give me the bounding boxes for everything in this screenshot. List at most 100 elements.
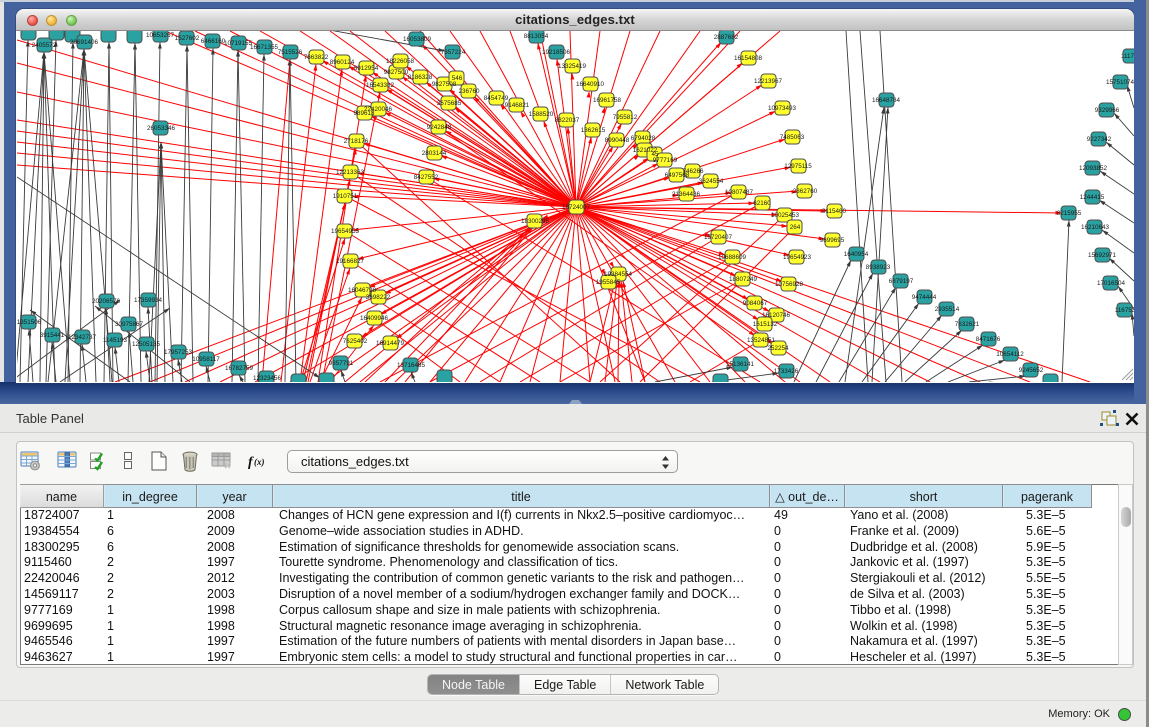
svg-text:1351506: 1351506 bbox=[17, 319, 42, 326]
svg-text:7955812: 7955812 bbox=[613, 114, 638, 121]
svg-text:6879197: 6879197 bbox=[889, 278, 914, 285]
svg-text:16154808: 16154808 bbox=[734, 55, 763, 62]
svg-text:989613: 989613 bbox=[353, 110, 375, 117]
svg-text:111749: 111749 bbox=[1121, 53, 1134, 60]
svg-text:16409946: 16409946 bbox=[360, 315, 389, 322]
svg-text:15692971: 15692971 bbox=[1088, 252, 1117, 259]
svg-text:9699695: 9699695 bbox=[820, 237, 845, 244]
svg-text:116753: 116753 bbox=[1115, 307, 1134, 314]
svg-text:1145193: 1145193 bbox=[103, 337, 128, 344]
svg-text:8912954: 8912954 bbox=[354, 65, 379, 72]
svg-text:16120746: 16120746 bbox=[762, 312, 791, 319]
svg-text:264: 264 bbox=[790, 224, 801, 231]
svg-text:8938923: 8938923 bbox=[866, 264, 891, 271]
svg-text:19654923: 19654923 bbox=[783, 254, 812, 261]
svg-text:1244415: 1244415 bbox=[1080, 194, 1105, 201]
svg-text:746266: 746266 bbox=[682, 168, 704, 175]
svg-text:9329966: 9329966 bbox=[1095, 107, 1120, 114]
svg-text:16210643: 16210643 bbox=[1081, 224, 1110, 231]
svg-text:6794028: 6794028 bbox=[631, 135, 656, 142]
svg-text:7632621: 7632621 bbox=[955, 321, 980, 328]
svg-text:13524851: 13524851 bbox=[747, 337, 776, 344]
svg-text:8990448: 8990448 bbox=[605, 137, 630, 144]
svg-text:1955845: 1955845 bbox=[596, 279, 621, 286]
svg-text:18300295: 18300295 bbox=[521, 218, 550, 225]
svg-text:7357224: 7357224 bbox=[441, 49, 466, 56]
svg-text:26053346: 26053346 bbox=[147, 125, 176, 132]
svg-text:546: 546 bbox=[452, 75, 463, 82]
svg-text:1362615: 1362615 bbox=[581, 127, 606, 134]
svg-text:12213967: 12213967 bbox=[754, 78, 783, 85]
svg-text:10653267: 10653267 bbox=[146, 32, 175, 39]
svg-text:3675685: 3675685 bbox=[437, 100, 462, 107]
svg-text:1527602: 1527602 bbox=[175, 35, 200, 42]
svg-text:12213363: 12213363 bbox=[336, 169, 365, 176]
svg-text:8322037: 8322037 bbox=[555, 117, 580, 124]
svg-text:8186328: 8186328 bbox=[408, 74, 433, 81]
svg-text:7663822: 7663822 bbox=[304, 54, 329, 61]
svg-text:1640954: 1640954 bbox=[844, 251, 869, 258]
svg-text:16671355: 16671355 bbox=[250, 44, 279, 51]
svg-text:20206576: 20206576 bbox=[92, 298, 121, 305]
svg-text:7485063: 7485063 bbox=[780, 134, 805, 141]
svg-text:2935514: 2935514 bbox=[935, 306, 960, 313]
svg-text:12323456: 12323456 bbox=[253, 375, 282, 382]
svg-text:10719155: 10719155 bbox=[224, 40, 253, 47]
svg-text:62160: 62160 bbox=[753, 200, 771, 207]
svg-text:2718176: 2718176 bbox=[344, 138, 369, 145]
svg-text:18226058: 18226058 bbox=[386, 58, 415, 65]
svg-text:9474444: 9474444 bbox=[912, 294, 937, 301]
svg-text:12975115: 12975115 bbox=[784, 163, 812, 170]
svg-text:10958117: 10958117 bbox=[192, 356, 220, 363]
svg-text:1588520: 1588520 bbox=[529, 111, 554, 118]
svg-text:21364436: 21364436 bbox=[672, 191, 701, 198]
svg-text:16914479: 16914479 bbox=[376, 340, 405, 347]
svg-text:19166827: 19166827 bbox=[336, 258, 365, 265]
svg-text:236760: 236760 bbox=[458, 88, 480, 95]
svg-text:30975867: 30975867 bbox=[115, 321, 144, 328]
svg-text:12505135: 12505135 bbox=[132, 341, 161, 348]
svg-text:15136141: 15136141 bbox=[726, 361, 755, 368]
svg-text:3915441: 3915441 bbox=[40, 332, 65, 339]
svg-text:2803144: 2803144 bbox=[422, 150, 447, 157]
svg-text:1733426: 1733426 bbox=[774, 368, 799, 375]
svg-text:16961758: 16961758 bbox=[593, 97, 622, 104]
svg-text:10654112: 10654112 bbox=[996, 351, 1024, 358]
svg-text:8471676: 8471676 bbox=[976, 336, 1001, 343]
svg-text:7625402: 7625402 bbox=[343, 338, 368, 345]
svg-text:8960124: 8960124 bbox=[330, 59, 355, 66]
svg-text:13716485: 13716485 bbox=[397, 362, 426, 369]
svg-text:8427552: 8427552 bbox=[414, 174, 439, 181]
svg-text:18724007: 18724007 bbox=[562, 204, 591, 211]
svg-text:17957253: 17957253 bbox=[164, 349, 193, 356]
svg-text:1615132: 1615132 bbox=[753, 321, 778, 328]
svg-text:9827500: 9827500 bbox=[384, 69, 409, 76]
svg-text:10756928: 10756928 bbox=[775, 281, 804, 288]
svg-text:9146821: 9146821 bbox=[505, 102, 530, 109]
svg-text:2405572: 2405572 bbox=[32, 42, 57, 49]
svg-text:9857791: 9857791 bbox=[329, 360, 354, 367]
svg-text:10973493: 10973493 bbox=[768, 105, 797, 112]
svg-text:15751074: 15751074 bbox=[1106, 79, 1134, 86]
svg-text:18807249: 18807249 bbox=[729, 276, 758, 283]
svg-text:8454749: 8454749 bbox=[484, 95, 509, 102]
svg-text:15720407: 15720407 bbox=[704, 234, 733, 241]
svg-text:3624554: 3624554 bbox=[699, 178, 724, 185]
svg-text:9827508: 9827508 bbox=[432, 81, 457, 88]
svg-text:9115460: 9115460 bbox=[822, 208, 847, 215]
svg-text:19384554: 19384554 bbox=[604, 271, 633, 278]
svg-text:20691406: 20691406 bbox=[70, 39, 99, 46]
svg-text:10807487: 10807487 bbox=[725, 189, 754, 196]
svg-text:16053809: 16053809 bbox=[403, 36, 432, 43]
svg-text:19218506: 19218506 bbox=[542, 49, 571, 56]
svg-text:16543382: 16543382 bbox=[366, 82, 395, 89]
svg-text:9245652: 9245652 bbox=[1019, 367, 1044, 374]
svg-text:9777169: 9777169 bbox=[653, 157, 678, 164]
svg-text:9242848: 9242848 bbox=[427, 124, 452, 131]
svg-text:9084067: 9084067 bbox=[743, 300, 768, 307]
svg-text:2362760: 2362760 bbox=[793, 188, 818, 195]
svg-text:10025453: 10025453 bbox=[771, 212, 800, 219]
svg-text:10688609: 10688609 bbox=[718, 254, 747, 261]
svg-text:19654955: 19654955 bbox=[331, 228, 360, 235]
svg-text:12093852: 12093852 bbox=[1079, 165, 1108, 172]
